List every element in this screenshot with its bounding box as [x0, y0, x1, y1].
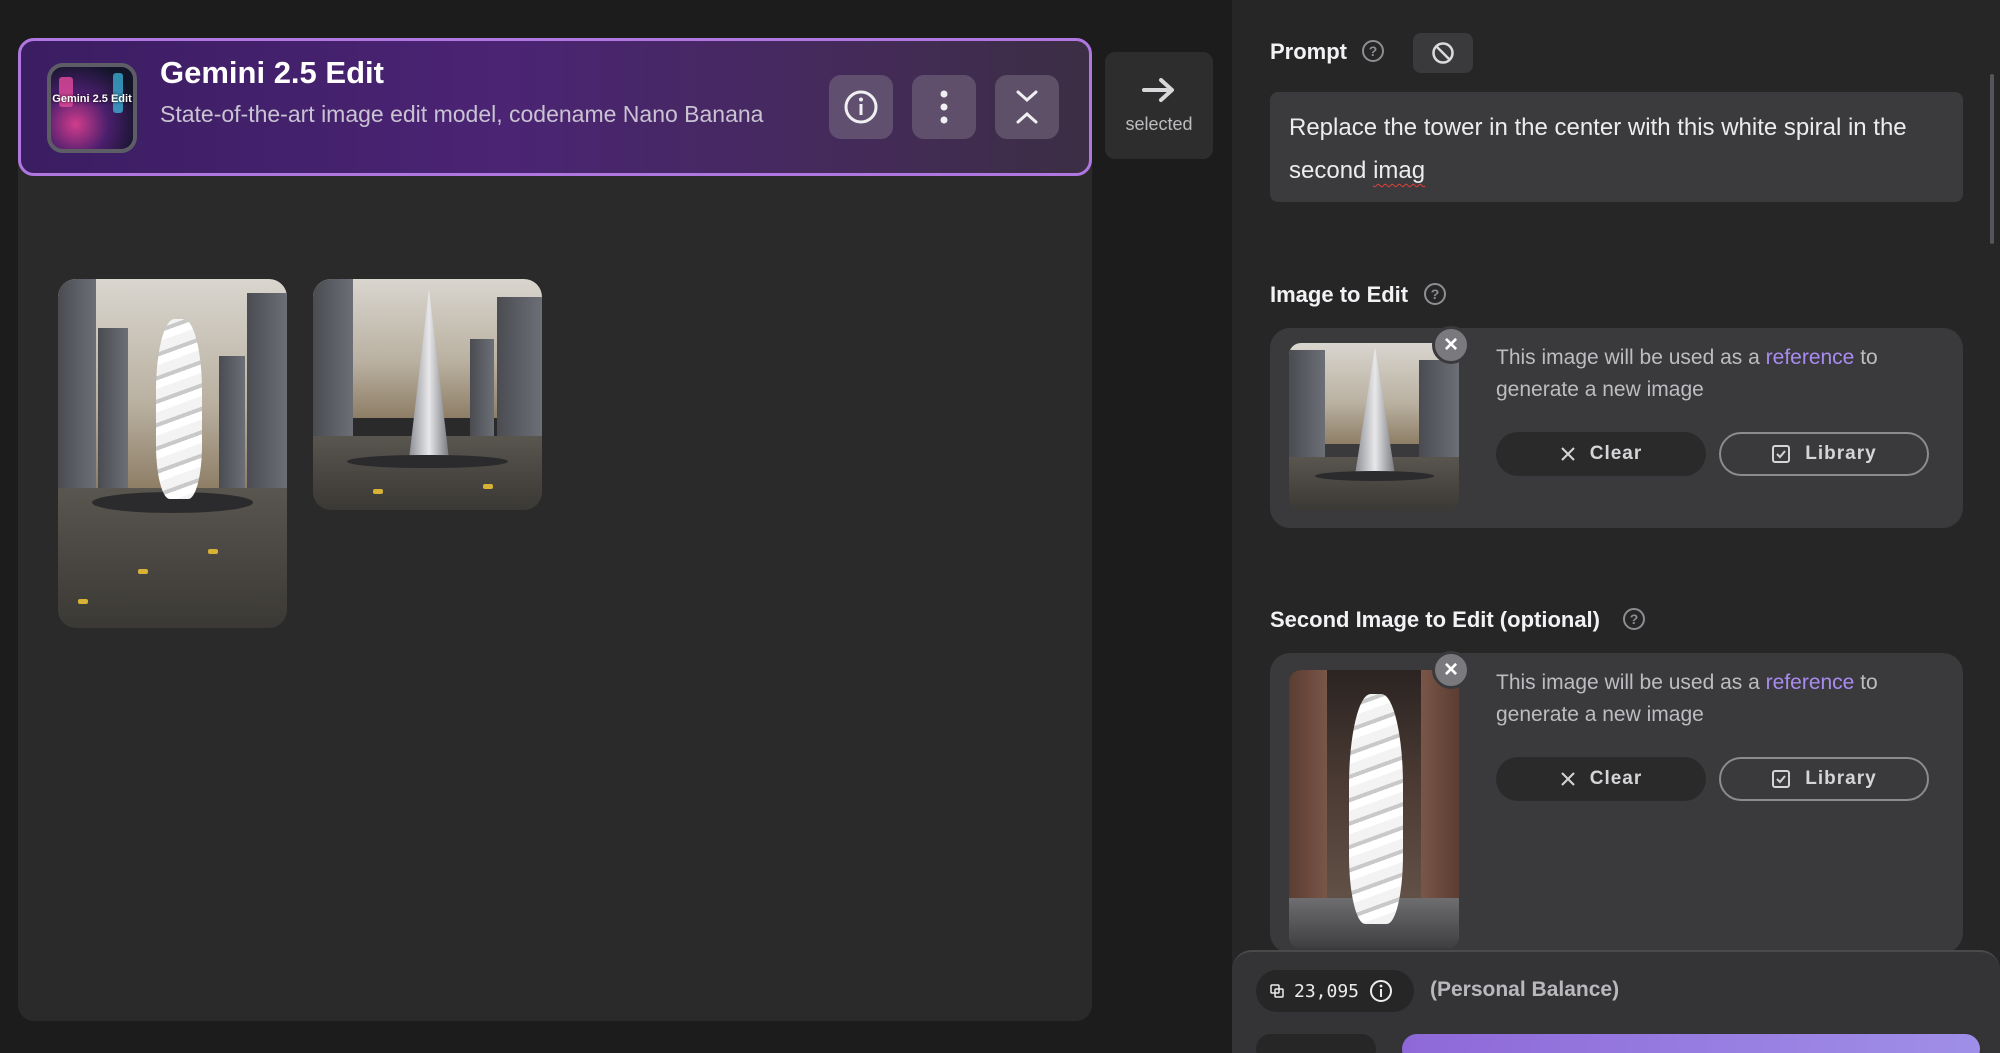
model-thumbnail-text: Gemini 2.5 Edit	[52, 93, 132, 105]
image-to-edit-help-icon[interactable]: ?	[1424, 283, 1446, 305]
options-toggle-button[interactable]	[1256, 1034, 1376, 1053]
second-reference-link[interactable]: reference	[1766, 671, 1855, 694]
second-image-thumbnail[interactable]	[1289, 670, 1459, 948]
more-options-button[interactable]	[912, 75, 976, 139]
model-thumbnail: Gemini 2.5 Edit	[47, 63, 137, 153]
collapse-button[interactable]	[995, 75, 1059, 139]
prohibited-icon	[1432, 42, 1454, 64]
model-title: Gemini 2.5 Edit	[160, 55, 384, 90]
reference-link[interactable]: reference	[1766, 346, 1855, 369]
second-library-button[interactable]: Library	[1719, 757, 1929, 801]
bottom-bar: 23,095 (Personal Balance)	[1232, 950, 2000, 1053]
balance-label: (Personal Balance)	[1430, 978, 1620, 1001]
scrollbar[interactable]	[1990, 74, 1994, 244]
selected-indicator[interactable]: selected	[1105, 52, 1213, 159]
image-to-edit-card: × This image will be used as a reference…	[1270, 326, 1963, 528]
image-to-edit-reference-text: This image will be used as a reference t…	[1496, 346, 1878, 401]
prompt-input[interactable]: Replace the tower in the center with thi…	[1270, 92, 1963, 202]
clear-second-image-button[interactable]: Clear	[1496, 757, 1706, 801]
image-to-edit-label: Image to Edit	[1270, 282, 1409, 307]
clear-prompt-button[interactable]	[1413, 33, 1473, 73]
selected-label: selected	[1125, 114, 1193, 134]
credits-icon	[1270, 984, 1284, 998]
generated-image-spire[interactable]	[313, 279, 542, 510]
arrow-right-icon	[1142, 78, 1174, 102]
collapse-icon	[1016, 90, 1038, 124]
second-image-label: Second Image to Edit (optional)	[1270, 607, 1600, 632]
prompt-label: Prompt	[1270, 39, 1347, 64]
prompt-help-icon[interactable]: ?	[1362, 40, 1384, 62]
checkbox-icon	[1772, 770, 1791, 788]
model-card[interactable]: Gemini 2.5 Edit Gemini 2.5 Edit State-of…	[18, 38, 1092, 176]
model-description: State-of-the-art image edit model, coden…	[160, 101, 764, 127]
generate-button[interactable]	[1402, 1034, 1980, 1053]
generated-image-spiral[interactable]	[58, 279, 287, 628]
prompt-misspelled-word: imag	[1373, 157, 1426, 184]
remove-second-image-button[interactable]: ×	[1432, 651, 1470, 689]
remove-image-button[interactable]: ×	[1432, 326, 1470, 364]
second-image-reference-text: This image will be used as a reference t…	[1496, 671, 1878, 726]
balance-amount: 23,095	[1294, 980, 1360, 1002]
info-button[interactable]	[829, 75, 893, 139]
clear-image-button[interactable]: Clear	[1496, 432, 1706, 476]
checkbox-icon	[1772, 445, 1791, 463]
close-icon	[1561, 772, 1575, 786]
vertical-dots-icon	[940, 90, 948, 124]
image-to-edit-thumbnail[interactable]	[1289, 343, 1459, 511]
close-icon	[1561, 447, 1575, 461]
info-icon[interactable]	[1369, 979, 1393, 1003]
second-image-help-icon[interactable]: ?	[1623, 608, 1645, 630]
second-image-card: × This image will be used as a reference…	[1270, 651, 1963, 953]
balance-chip[interactable]: 23,095	[1256, 970, 1414, 1012]
library-button[interactable]: Library	[1719, 432, 1929, 476]
info-icon	[844, 90, 878, 124]
